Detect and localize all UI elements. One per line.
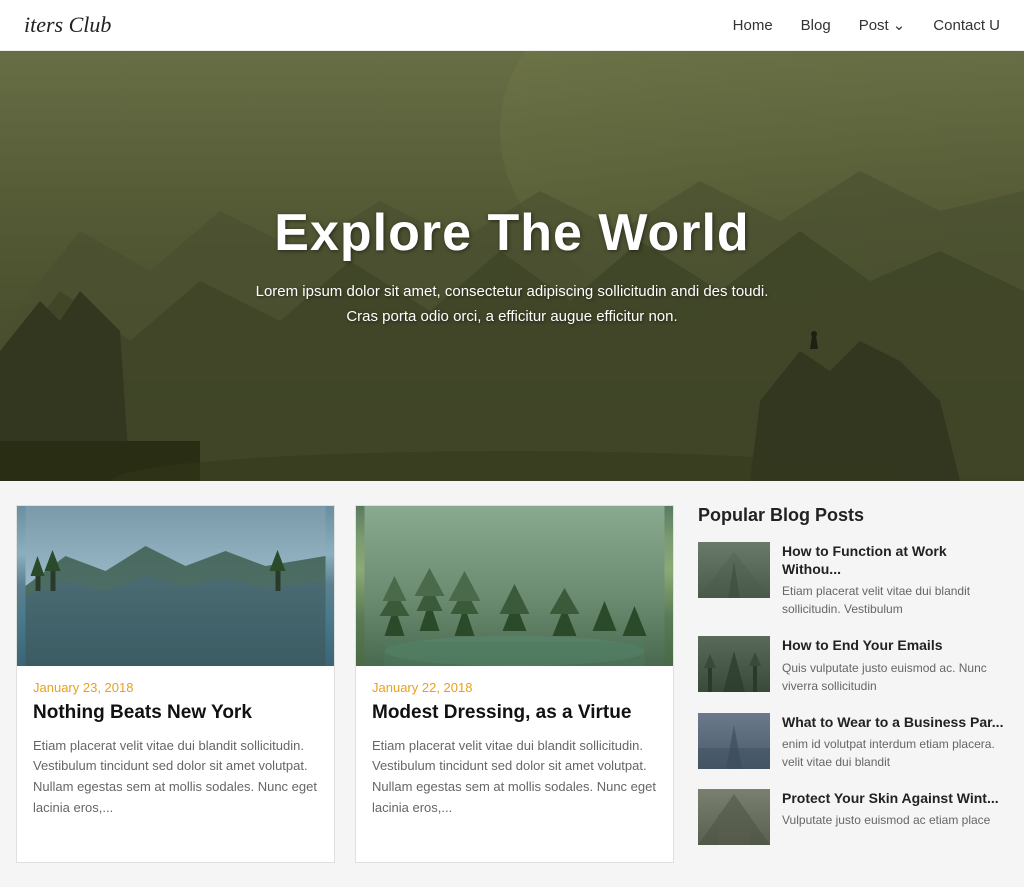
blog-card-1-excerpt: Etiam placerat velit vitae dui blandit s… bbox=[33, 736, 318, 819]
blog-card-1: January 23, 2018 Nothing Beats New York … bbox=[16, 505, 335, 863]
lake-image bbox=[17, 506, 334, 666]
site-header: iters Club Home Blog Post ⌄ Contact U bbox=[0, 0, 1024, 51]
hero-content: Explore The World Lorem ipsum dolor sit … bbox=[236, 183, 789, 350]
popular-post-3-excerpt: enim id volutpat interdum etiam placera.… bbox=[782, 735, 1008, 771]
blog-card-2-date: January 22, 2018 bbox=[372, 680, 657, 695]
popular-post-4-info: Protect Your Skin Against Wint... Vulput… bbox=[782, 789, 999, 829]
nav-contact[interactable]: Contact U bbox=[933, 17, 1000, 34]
blog-card-1-image bbox=[17, 506, 334, 666]
hero-title: Explore The World bbox=[256, 203, 769, 263]
blog-posts-list: January 23, 2018 Nothing Beats New York … bbox=[16, 505, 674, 863]
popular-post-2-info: How to End Your Emails Quis vulputate ju… bbox=[782, 636, 1008, 694]
popular-post-1[interactable]: How to Function at Work Withou... Etiam … bbox=[698, 542, 1008, 618]
blog-card-2-excerpt: Etiam placerat velit vitae dui blandit s… bbox=[372, 736, 657, 819]
popular-post-3-info: What to Wear to a Business Par... enim i… bbox=[782, 713, 1008, 771]
hero-section: Explore The World Lorem ipsum dolor sit … bbox=[0, 51, 1024, 481]
sidebar: Popular Blog Posts How to Funct bbox=[698, 505, 1008, 863]
popular-post-3[interactable]: What to Wear to a Business Par... enim i… bbox=[698, 713, 1008, 771]
popular-post-2-thumb bbox=[698, 636, 770, 692]
site-logo: iters Club bbox=[24, 12, 111, 38]
blog-card-2-title[interactable]: Modest Dressing, as a Virtue bbox=[372, 701, 657, 726]
chevron-down-icon: ⌄ bbox=[893, 16, 906, 34]
hero-subtitle: Lorem ipsum dolor sit amet, consectetur … bbox=[256, 279, 769, 330]
blog-card-2-image bbox=[356, 506, 673, 666]
blog-card-2: January 22, 2018 Modest Dressing, as a V… bbox=[355, 505, 674, 863]
popular-post-1-excerpt: Etiam placerat velit vitae dui blandit s… bbox=[782, 582, 1008, 618]
popular-post-4[interactable]: Protect Your Skin Against Wint... Vulput… bbox=[698, 789, 1008, 845]
popular-post-2-title: How to End Your Emails bbox=[782, 636, 1008, 654]
popular-post-3-thumb bbox=[698, 713, 770, 769]
blog-card-1-body: January 23, 2018 Nothing Beats New York … bbox=[17, 666, 334, 839]
popular-post-4-thumb bbox=[698, 789, 770, 845]
main-content: January 23, 2018 Nothing Beats New York … bbox=[0, 481, 1024, 887]
popular-post-1-thumb bbox=[698, 542, 770, 598]
main-nav: Home Blog Post ⌄ Contact U bbox=[733, 16, 1000, 34]
popular-post-4-title: Protect Your Skin Against Wint... bbox=[782, 789, 999, 807]
popular-post-1-info: How to Function at Work Withou... Etiam … bbox=[782, 542, 1008, 618]
nav-home[interactable]: Home bbox=[733, 17, 773, 34]
blog-card-1-title[interactable]: Nothing Beats New York bbox=[33, 701, 318, 726]
forest-image bbox=[356, 506, 673, 666]
popular-post-1-title: How to Function at Work Withou... bbox=[782, 542, 1008, 578]
nav-post-dropdown[interactable]: Post ⌄ bbox=[859, 16, 906, 34]
blog-card-1-date: January 23, 2018 bbox=[33, 680, 318, 695]
popular-post-2[interactable]: How to End Your Emails Quis vulputate ju… bbox=[698, 636, 1008, 694]
popular-post-2-excerpt: Quis vulputate justo euismod ac. Nunc vi… bbox=[782, 659, 1008, 695]
popular-post-3-title: What to Wear to a Business Par... bbox=[782, 713, 1008, 731]
popular-post-4-excerpt: Vulputate justo euismod ac etiam place bbox=[782, 811, 999, 829]
sidebar-title: Popular Blog Posts bbox=[698, 505, 1008, 526]
blog-card-2-body: January 22, 2018 Modest Dressing, as a V… bbox=[356, 666, 673, 839]
nav-blog[interactable]: Blog bbox=[801, 17, 831, 34]
